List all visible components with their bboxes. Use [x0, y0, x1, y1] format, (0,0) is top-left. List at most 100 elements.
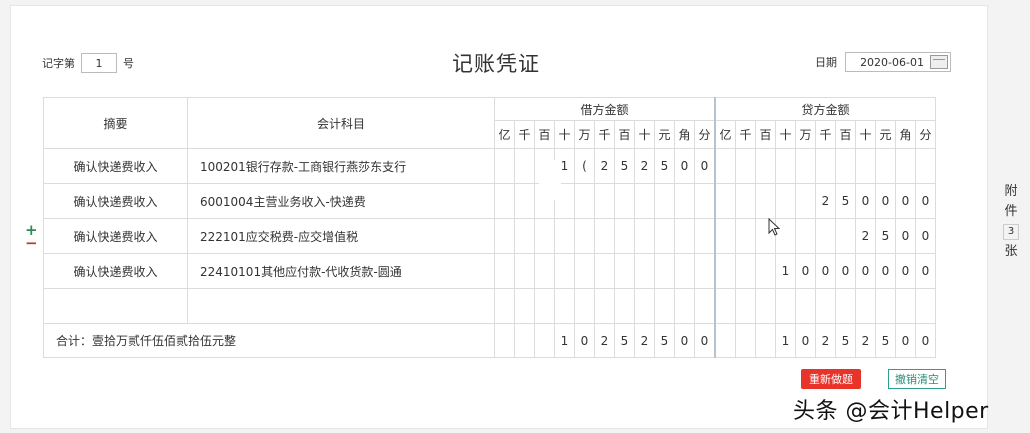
credit-digit-cell[interactable]: 0	[815, 253, 836, 289]
debit-digit-cell[interactable]	[554, 218, 575, 254]
debit-digit-cell[interactable]	[514, 253, 535, 289]
credit-digit-cell[interactable]: 0	[915, 253, 936, 289]
credit-digit-cell[interactable]: 5	[875, 218, 896, 254]
debit-digit-cell[interactable]	[614, 288, 635, 324]
debit-digit-cell[interactable]	[654, 183, 675, 219]
account-cell[interactable]: 222101应交税费-应交增值税	[187, 218, 495, 254]
calendar-icon[interactable]	[930, 55, 948, 69]
debit-digit-cell[interactable]	[494, 148, 515, 184]
credit-digit-cell[interactable]	[755, 253, 776, 289]
credit-digit-cell[interactable]: 0	[895, 253, 916, 289]
debit-digit-cell[interactable]	[654, 218, 675, 254]
credit-digit-cell[interactable]	[735, 183, 756, 219]
debit-digit-cell[interactable]	[674, 288, 695, 324]
summary-cell[interactable]: 确认快递费收入	[43, 148, 188, 184]
credit-digit-cell[interactable]	[815, 148, 836, 184]
debit-digit-cell[interactable]	[654, 253, 675, 289]
credit-digit-cell[interactable]: 0	[915, 218, 936, 254]
credit-digit-cell[interactable]	[895, 148, 916, 184]
debit-digit-cell[interactable]	[554, 253, 575, 289]
debit-digit-cell[interactable]	[634, 288, 655, 324]
credit-digit-cell[interactable]: 0	[895, 218, 916, 254]
credit-digit-cell[interactable]	[714, 253, 736, 289]
debit-digit-cell[interactable]	[674, 253, 695, 289]
credit-digit-cell[interactable]	[714, 218, 736, 254]
debit-digit-cell[interactable]: 5	[614, 148, 635, 184]
debit-digit-cell[interactable]	[614, 253, 635, 289]
debit-digit-cell[interactable]	[634, 253, 655, 289]
credit-digit-cell[interactable]	[755, 183, 776, 219]
credit-digit-cell[interactable]	[895, 288, 916, 324]
account-cell[interactable]: 6001004主营业务收入-快递费	[187, 183, 495, 219]
credit-digit-cell[interactable]	[755, 148, 776, 184]
debit-digit-cell[interactable]	[574, 288, 595, 324]
credit-digit-cell[interactable]	[795, 218, 816, 254]
credit-digit-cell[interactable]	[795, 183, 816, 219]
debit-digit-cell[interactable]	[514, 218, 535, 254]
credit-digit-cell[interactable]: 0	[895, 183, 916, 219]
credit-digit-cell[interactable]: 0	[875, 253, 896, 289]
credit-digit-cell[interactable]	[755, 288, 776, 324]
debit-digit-cell[interactable]	[534, 288, 555, 324]
credit-digit-cell[interactable]	[775, 288, 796, 324]
debit-digit-cell[interactable]	[694, 253, 716, 289]
debit-digit-cell[interactable]: 0	[674, 148, 695, 184]
credit-digit-cell[interactable]	[875, 148, 896, 184]
debit-digit-cell[interactable]	[494, 218, 515, 254]
debit-digit-cell[interactable]	[614, 183, 635, 219]
debit-digit-cell[interactable]	[574, 253, 595, 289]
debit-digit-cell[interactable]	[534, 218, 555, 254]
credit-digit-cell[interactable]: 2	[815, 183, 836, 219]
debit-digit-cell[interactable]	[594, 288, 615, 324]
debit-digit-cell[interactable]	[494, 288, 515, 324]
debit-digit-cell[interactable]	[594, 183, 615, 219]
summary-cell[interactable]: 确认快递费收入	[43, 183, 188, 219]
credit-digit-cell[interactable]	[735, 218, 756, 254]
credit-digit-cell[interactable]: 0	[835, 253, 856, 289]
date-input[interactable]: 2020-06-01	[845, 52, 951, 72]
debit-digit-cell[interactable]	[614, 218, 635, 254]
debit-digit-cell[interactable]	[694, 218, 716, 254]
account-cell[interactable]	[187, 288, 495, 324]
credit-digit-cell[interactable]	[915, 288, 936, 324]
debit-digit-cell[interactable]: 0	[694, 148, 716, 184]
credit-digit-cell[interactable]	[775, 183, 796, 219]
credit-digit-cell[interactable]: 5	[835, 183, 856, 219]
debit-digit-cell[interactable]	[654, 288, 675, 324]
clear-button[interactable]: 撤销清空	[888, 369, 946, 389]
debit-digit-cell[interactable]	[674, 218, 695, 254]
redo-button[interactable]: 重新做题	[801, 369, 861, 389]
debit-digit-cell[interactable]	[634, 218, 655, 254]
summary-cell[interactable]: 确认快递费收入	[43, 218, 188, 254]
account-cell[interactable]: 22410101其他应付款-代收货款-圆通	[187, 253, 495, 289]
credit-digit-cell[interactable]: 0	[875, 183, 896, 219]
credit-digit-cell[interactable]	[835, 288, 856, 324]
debit-digit-cell[interactable]: 2	[634, 148, 655, 184]
voucher-number-input[interactable]: 1	[81, 53, 117, 73]
credit-digit-cell[interactable]	[915, 148, 936, 184]
debit-digit-cell[interactable]: 2	[594, 148, 615, 184]
credit-digit-cell[interactable]: 1	[775, 253, 796, 289]
credit-digit-cell[interactable]: 0	[915, 183, 936, 219]
credit-digit-cell[interactable]	[795, 148, 816, 184]
credit-digit-cell[interactable]: 0	[855, 183, 876, 219]
debit-digit-cell[interactable]	[534, 253, 555, 289]
debit-digit-cell[interactable]	[574, 183, 595, 219]
debit-digit-cell[interactable]	[594, 253, 615, 289]
debit-digit-cell[interactable]	[554, 288, 575, 324]
credit-digit-cell[interactable]	[835, 218, 856, 254]
debit-digit-cell[interactable]	[694, 183, 716, 219]
credit-digit-cell[interactable]	[735, 148, 756, 184]
summary-cell[interactable]: 确认快递费收入	[43, 253, 188, 289]
debit-digit-cell[interactable]	[694, 288, 716, 324]
debit-digit-cell[interactable]	[594, 218, 615, 254]
debit-digit-cell[interactable]	[494, 253, 515, 289]
credit-digit-cell[interactable]	[735, 253, 756, 289]
debit-digit-cell[interactable]: 5	[654, 148, 675, 184]
credit-digit-cell[interactable]	[714, 183, 736, 219]
attachment-count-input[interactable]: 3	[1003, 224, 1019, 240]
debit-digit-cell[interactable]: (	[574, 148, 595, 184]
debit-digit-cell[interactable]	[674, 183, 695, 219]
debit-digit-cell[interactable]	[514, 183, 535, 219]
credit-digit-cell[interactable]: 0	[855, 253, 876, 289]
